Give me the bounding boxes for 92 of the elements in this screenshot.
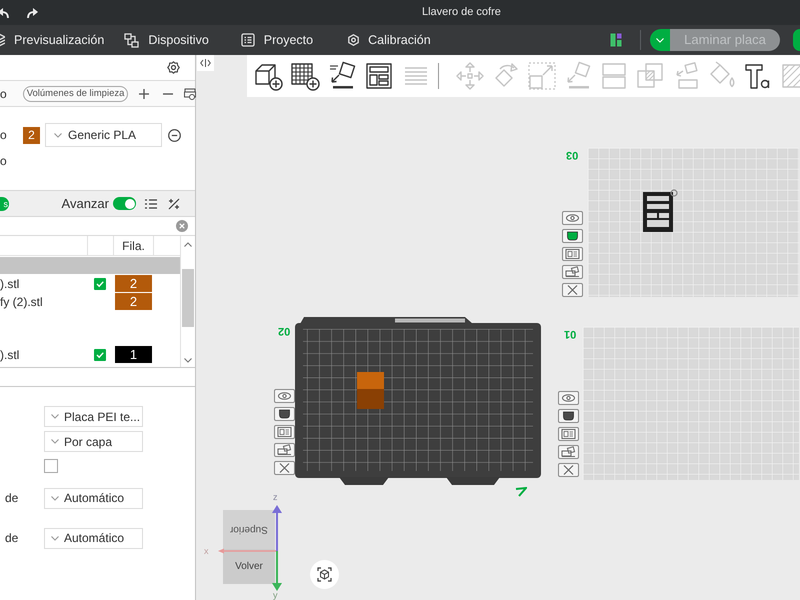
eye-icon[interactable] (562, 211, 583, 225)
close-icon[interactable] (562, 283, 583, 297)
auto-orient-icon[interactable] (327, 61, 357, 91)
build-plate[interactable] (588, 148, 799, 297)
filament-number[interactable]: 2 (23, 126, 40, 144)
plate-marker-icon (515, 487, 527, 497)
arrange-icon[interactable] (558, 427, 579, 441)
device-icon (124, 32, 140, 48)
y-axis-arrow (272, 551, 282, 591)
checkbox[interactable] (94, 278, 106, 290)
list-icon (240, 33, 255, 47)
count-badge: s (0, 196, 9, 210)
file-name[interactable]: fy (2).stl (0, 294, 87, 308)
chevron-down-icon[interactable] (54, 132, 62, 138)
column-header[interactable]: Fila. (113, 236, 153, 255)
axis-label: y (273, 590, 278, 600)
window-title: Llavero de cofre (422, 5, 501, 20)
eye-icon[interactable] (558, 391, 579, 405)
file-name[interactable]: ).stl (0, 348, 87, 362)
menu-tab[interactable]: Calibración (348, 30, 431, 50)
filament-label: o (0, 154, 7, 168)
tray-icon[interactable] (562, 229, 583, 243)
menu-tab[interactable]: Proyecto (240, 30, 314, 50)
more-icon[interactable] (168, 128, 181, 142)
layout-icon[interactable] (610, 33, 622, 47)
sidebar-toggle-button[interactable] (197, 55, 214, 71)
clear-icon[interactable] (176, 220, 188, 232)
setting-select[interactable]: Por capa (44, 431, 143, 452)
arrange-icon[interactable] (562, 247, 583, 261)
filament-number[interactable]: 2 (115, 275, 152, 292)
advance-toggle[interactable] (113, 197, 136, 210)
orient-icon[interactable] (558, 445, 579, 459)
chevron-down-icon[interactable] (51, 536, 59, 540)
printer-icon[interactable] (184, 88, 196, 100)
chevron-down-icon[interactable] (51, 414, 59, 419)
keychain-model[interactable] (643, 188, 678, 232)
cube-top-face[interactable]: Superior (223, 510, 275, 549)
orient-icon[interactable] (274, 443, 295, 457)
viewport[interactable]: 03 02 01 Superior Volver z x y (196, 55, 800, 600)
z-axis-arrow (272, 505, 282, 551)
setting-select[interactable]: Automático (44, 488, 143, 508)
file-name[interactable]: ).stl (0, 276, 87, 290)
checkbox[interactable] (94, 348, 106, 360)
filament-label: o (0, 128, 7, 142)
axis-label: x (204, 546, 208, 556)
arrange-icon[interactable] (274, 425, 295, 439)
close-icon[interactable] (558, 463, 579, 477)
plate-number: 02 (278, 325, 290, 337)
undo-icon[interactable] (0, 6, 9, 18)
scrollbar-thumb[interactable] (182, 269, 194, 327)
orient-icon[interactable] (562, 265, 583, 279)
search-field[interactable] (0, 217, 195, 236)
filament-number[interactable]: 1 (115, 346, 152, 363)
purge-volumes-button[interactable]: Volúmenes de limpieza (22, 86, 128, 102)
slice-dropdown-button[interactable] (650, 29, 670, 51)
setting-label: de (5, 531, 18, 545)
setting-select[interactable]: Automático (44, 528, 143, 548)
arrange-icon[interactable] (364, 61, 394, 91)
setting-select[interactable]: Placa PEI te... (44, 406, 143, 427)
filament-select[interactable]: Generic PLA (45, 123, 162, 147)
swap-arrows-icon[interactable] (168, 198, 180, 210)
build-plate[interactable] (295, 317, 541, 485)
focus-camera-button[interactable] (310, 560, 339, 589)
menu-tab[interactable]: Dispositivo (124, 30, 209, 50)
list-icon[interactable] (145, 198, 157, 208)
tray-icon[interactable] (558, 409, 579, 423)
add-grid-icon[interactable] (290, 61, 320, 91)
close-icon[interactable] (274, 461, 295, 475)
hexagon-gear-icon (348, 34, 360, 46)
plate-number: 03 (566, 149, 578, 161)
chevron-down-icon[interactable] (184, 358, 192, 363)
layers-icon (0, 32, 5, 48)
chevron-down-icon[interactable] (51, 496, 59, 500)
round-button[interactable] (793, 29, 800, 51)
plus-icon[interactable] (139, 88, 150, 98)
collapse-arrows-icon (200, 59, 211, 67)
plate-number: 01 (564, 328, 576, 340)
settings-icon[interactable] (167, 61, 180, 74)
cube-front-face[interactable]: Volver (223, 549, 275, 584)
setting-label: de (5, 491, 18, 505)
filament-number[interactable]: 2 (115, 293, 152, 310)
checkbox[interactable] (44, 459, 58, 473)
view-cube[interactable]: Superior Volver (223, 510, 275, 584)
x-axis-arrow (218, 548, 276, 554)
axis-label: z (273, 492, 278, 502)
chevron-up-icon[interactable] (184, 242, 192, 247)
menu-tab[interactable]: Previsualización (0, 30, 104, 50)
chevron-down-icon[interactable] (51, 439, 59, 444)
eye-icon[interactable] (274, 389, 295, 403)
section-label: o (0, 86, 7, 100)
tray-icon[interactable] (274, 407, 295, 421)
advance-label: Avanzar (62, 196, 109, 211)
